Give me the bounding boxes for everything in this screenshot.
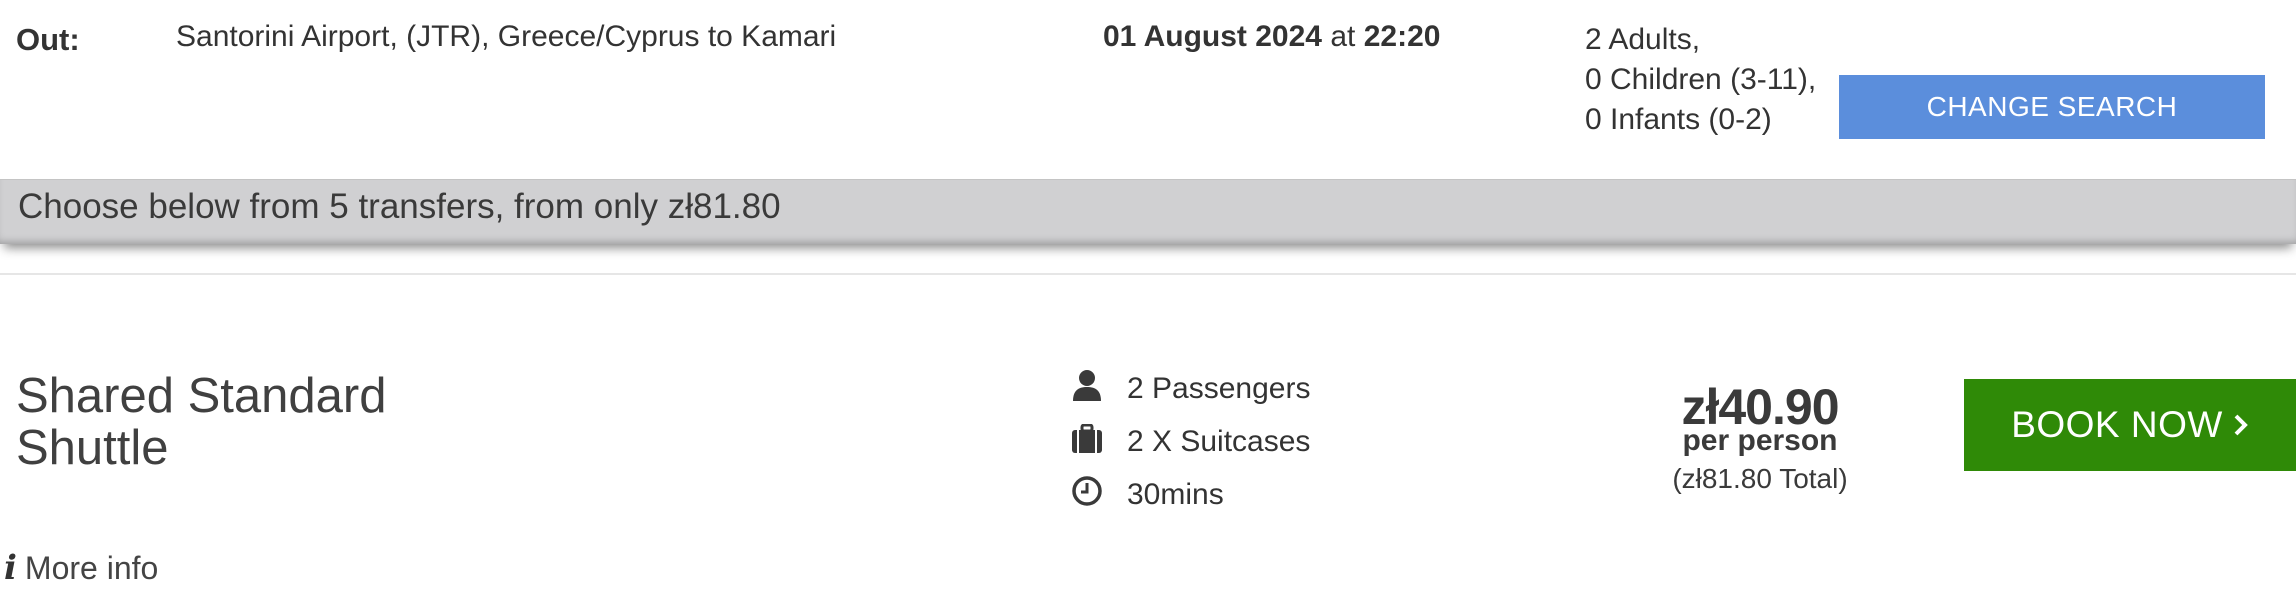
- suitcase-icon: [1070, 422, 1104, 456]
- vehicle-name-line2: Shuttle: [16, 421, 169, 475]
- infants-count: 0 Infants (0-2): [1585, 103, 1772, 136]
- adults-count: 2 Adults,: [1585, 23, 1701, 56]
- divider: [0, 273, 2296, 275]
- direction-label: Out:: [16, 22, 80, 57]
- price-unit: per person: [1682, 424, 1838, 457]
- price-total: (zł81.80 Total): [1672, 463, 1848, 494]
- more-info-label: More info: [24, 549, 159, 586]
- clock-icon: [1070, 474, 1104, 508]
- change-search-button[interactable]: CHANGE SEARCH: [1839, 75, 2265, 139]
- route-text: Santorini Airport, (JTR), Greece/Cyprus …: [176, 20, 837, 53]
- travel-time: 22:20: [1363, 20, 1441, 53]
- travel-datetime: 01 August 2024 at 22:20: [1103, 20, 1440, 54]
- vehicle-name: Shared Standard Shuttle: [16, 370, 387, 474]
- feature-passengers: 2 Passengers: [1127, 372, 1311, 405]
- chevron-right-icon: [2233, 404, 2249, 446]
- info-icon: i: [4, 548, 17, 588]
- at-label: at: [1330, 20, 1356, 53]
- travel-date: 01 August 2024: [1103, 20, 1322, 53]
- children-count: 0 Children (3-11),: [1585, 63, 1817, 96]
- book-now-button[interactable]: BOOK NOW: [1964, 379, 2296, 471]
- results-banner-text: Choose below from 5 transfers, from only…: [18, 187, 781, 226]
- feature-duration: 30mins: [1127, 478, 1224, 511]
- vehicle-name-line1: Shared Standard: [16, 369, 387, 423]
- feature-suitcases: 2 X Suitcases: [1127, 425, 1311, 458]
- person-icon: [1070, 368, 1104, 402]
- more-info-link[interactable]: i More info: [4, 548, 158, 588]
- book-now-label: BOOK NOW: [2011, 404, 2223, 445]
- passenger-summary: 2 Adults, 0 Children (3-11), 0 Infants (…: [1585, 20, 1816, 140]
